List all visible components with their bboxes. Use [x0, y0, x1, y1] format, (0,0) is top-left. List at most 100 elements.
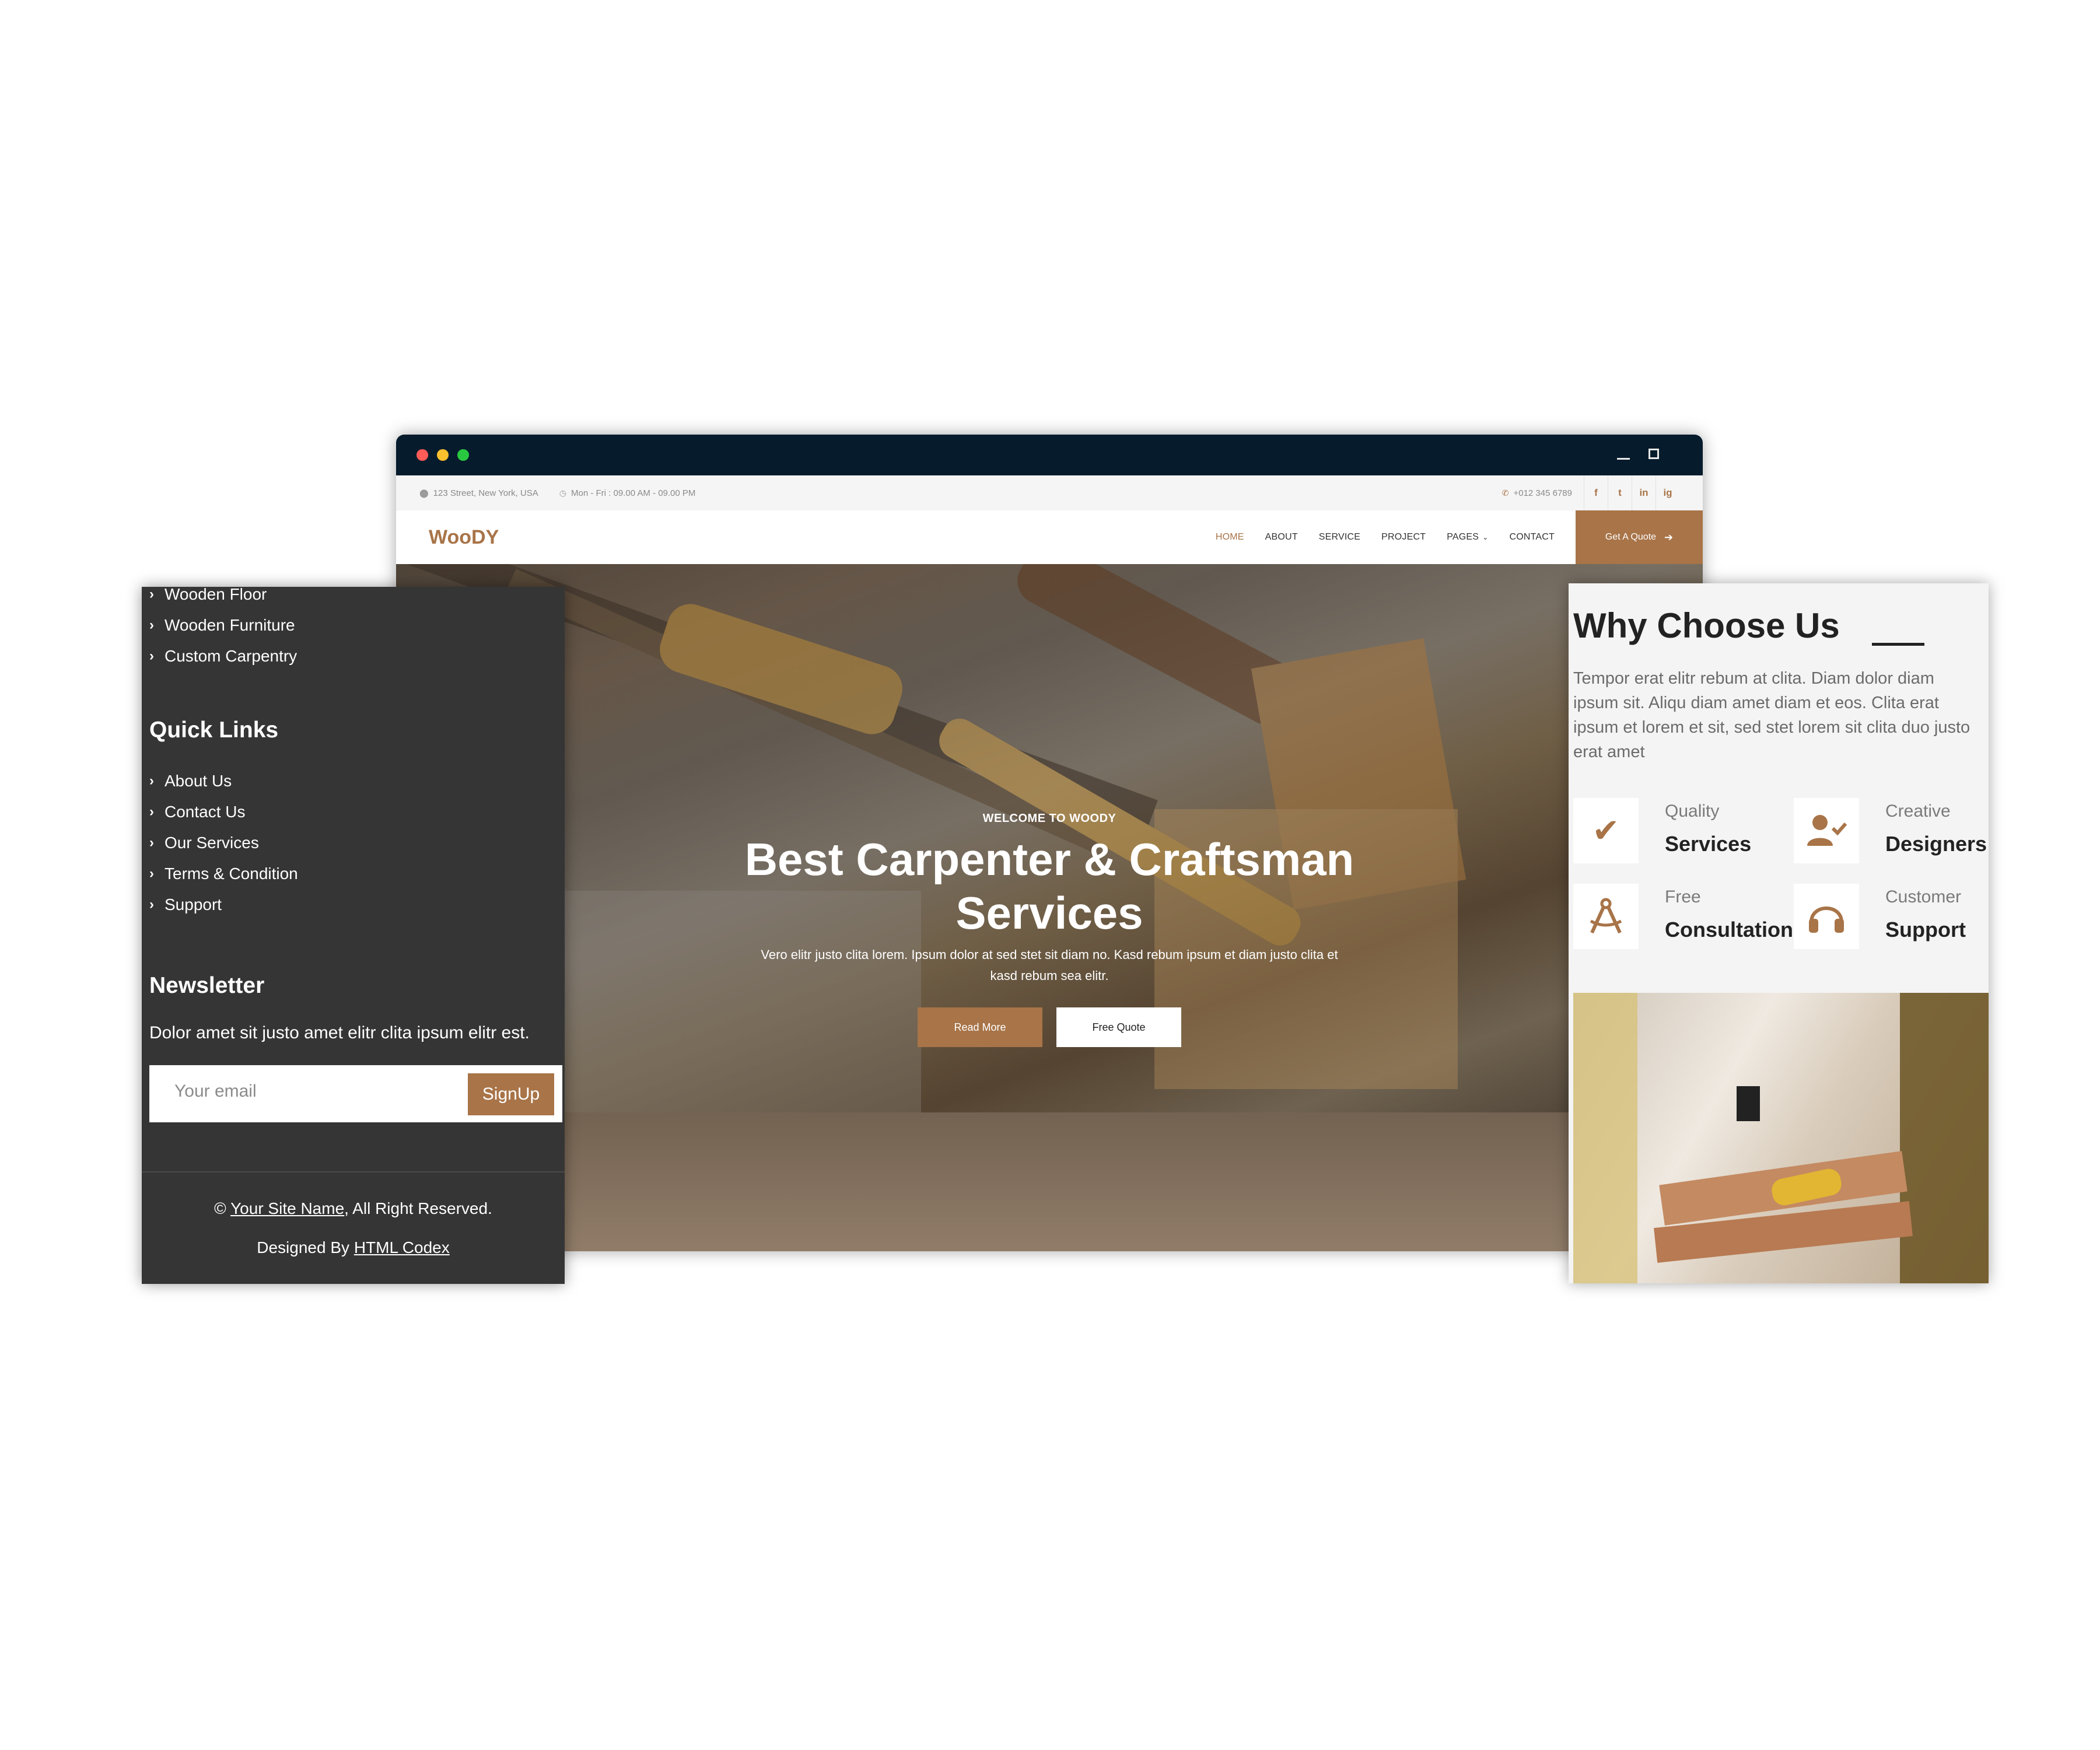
- minimize-icon[interactable]: [1617, 458, 1630, 460]
- chevron-down-icon: ⌄: [1482, 533, 1489, 541]
- quick-link: Contact Us: [164, 802, 246, 821]
- instagram-icon[interactable]: ig: [1656, 475, 1679, 510]
- service-link: Wooden Floor: [164, 587, 267, 603]
- minimize-window-dot[interactable]: [437, 449, 449, 461]
- hero-description: Vero elitr justo clita lorem. Ipsum dolo…: [761, 947, 1338, 983]
- quick-link: Our Services: [164, 833, 259, 852]
- feature-free-consultation: Free Consultation: [1569, 884, 1793, 954]
- get-quote-label: Get A Quote: [1605, 532, 1657, 542]
- main-navbar: WooDY HOME ABOUT SERVICE PROJECT PAGES ⌄ …: [396, 510, 1703, 564]
- feature-main: Consultation: [1665, 918, 1793, 942]
- copyright-text: © Your Site Name, All Right Reserved.: [142, 1199, 565, 1218]
- phone-info: ✆ +012 345 6789: [1502, 488, 1572, 498]
- maximize-window-dot[interactable]: [457, 449, 469, 461]
- read-more-button[interactable]: Read More: [918, 1007, 1042, 1047]
- list-item[interactable]: › Wooden Furniture: [142, 610, 297, 640]
- newsletter-text: Dolor amet sit justo amet elitr clita ip…: [149, 1023, 530, 1042]
- check-icon: ✔: [1573, 798, 1639, 863]
- list-item[interactable]: › Custom Carpentry: [142, 640, 297, 671]
- hero-buttons: Read More Free Quote: [396, 1007, 1703, 1047]
- maximize-icon[interactable]: [1648, 449, 1659, 459]
- drafting-compass-icon: [1573, 884, 1639, 949]
- workshop-image: [1573, 993, 1989, 1283]
- user-check-svg: [1807, 815, 1847, 846]
- twitter-icon[interactable]: t: [1608, 475, 1632, 510]
- chevron-right-icon: ›: [149, 803, 154, 820]
- title-underline: [1872, 643, 1924, 646]
- chevron-right-icon: ›: [149, 834, 154, 850]
- feature-main: Services: [1665, 832, 1752, 856]
- headphones-svg: [1809, 907, 1844, 933]
- free-quote-button[interactable]: Free Quote: [1056, 1007, 1181, 1047]
- list-item[interactable]: › Support: [142, 889, 298, 920]
- feature-creative-designers: Creative Designers: [1789, 798, 1989, 868]
- close-window-dot[interactable]: [416, 449, 428, 461]
- quick-links-title: Quick Links: [149, 718, 279, 743]
- feature-main: Support: [1885, 918, 1966, 942]
- nav-home[interactable]: HOME: [1216, 532, 1244, 542]
- chevron-right-icon: ›: [149, 617, 154, 633]
- hours-text: Mon - Fri : 09.00 AM - 09.00 PM: [571, 488, 696, 498]
- service-link: Custom Carpentry: [164, 646, 298, 665]
- footer-panel: › Wooden Floor › Wooden Furniture › Custom …: [142, 587, 565, 1284]
- why-choose-text: Tempor erat elitr rebum at clita. Diam d…: [1573, 669, 1971, 761]
- nav-contact[interactable]: CONTACT: [1509, 532, 1555, 542]
- quick-link: Support: [164, 895, 222, 914]
- quick-link: About Us: [164, 771, 232, 790]
- designer-link[interactable]: HTML Codex: [354, 1238, 450, 1256]
- chevron-right-icon: ›: [149, 865, 154, 881]
- nav-service[interactable]: SERVICE: [1319, 532, 1360, 542]
- designed-by-text: Designed By HTML Codex: [142, 1238, 565, 1257]
- feature-sub: Creative: [1885, 802, 1951, 821]
- service-link: Wooden Furniture: [164, 615, 295, 634]
- quick-link: Terms & Condition: [164, 864, 298, 883]
- nav-pages-label: PAGES: [1447, 532, 1479, 542]
- hero-headline-line2: Services: [956, 887, 1143, 939]
- why-choose-panel: Why Choose Us Tempor erat elitr rebum at…: [1569, 583, 1989, 1283]
- footer-divider: [142, 1171, 565, 1172]
- contact-topbar: ⬤ 123 Street, New York, USA ◷ Mon - Fri …: [396, 475, 1703, 510]
- list-item[interactable]: › About Us: [142, 765, 298, 796]
- newsletter-title: Newsletter: [149, 973, 265, 998]
- feature-sub: Customer: [1885, 887, 1962, 907]
- get-quote-button[interactable]: Get A Quote ➔: [1576, 510, 1703, 564]
- hero-headline-line1: Best Carpenter & Craftsman: [744, 834, 1354, 885]
- list-item[interactable]: › Our Services: [142, 827, 298, 858]
- list-item[interactable]: › Contact Us: [142, 796, 298, 827]
- site-logo[interactable]: WooDY: [396, 526, 499, 549]
- phone-text: +012 345 6789: [1513, 488, 1572, 498]
- newsletter-form: Your email SignUp: [149, 1065, 562, 1122]
- quick-links-list: › About Us › Contact Us › Our Services › Ter…: [142, 765, 298, 920]
- feature-quality-services: ✔ Quality Services: [1569, 798, 1779, 868]
- user-check-icon: [1794, 798, 1859, 863]
- nav-project[interactable]: PROJECT: [1381, 532, 1426, 542]
- copyright-symbol: ©: [214, 1199, 226, 1217]
- address-info: ⬤ 123 Street, New York, USA: [419, 488, 538, 498]
- facebook-icon[interactable]: f: [1584, 475, 1608, 510]
- nav-pages[interactable]: PAGES ⌄: [1447, 532, 1488, 542]
- hero-headline: Best Carpenter & Craftsman Services: [396, 832, 1703, 940]
- feature-main: Designers: [1885, 832, 1987, 856]
- signup-button[interactable]: SignUp: [468, 1073, 554, 1115]
- chevron-right-icon: ›: [149, 896, 154, 912]
- linkedin-icon[interactable]: in: [1632, 475, 1656, 510]
- browser-titlebar: [396, 435, 1703, 475]
- hero-eyebrow: WELCOME TO WOODY: [982, 812, 1116, 825]
- next-section-image: [396, 1112, 1703, 1251]
- site-name-link[interactable]: Your Site Name: [230, 1199, 344, 1217]
- workshop-svg: [1573, 993, 1989, 1283]
- list-item[interactable]: › Terms & Condition: [142, 858, 298, 889]
- why-choose-title: Why Choose Us: [1573, 606, 1840, 645]
- list-item[interactable]: › Wooden Floor: [142, 587, 297, 610]
- feature-sub: Free: [1665, 887, 1701, 907]
- social-links: f t in ig: [1584, 475, 1679, 510]
- headphones-icon: [1794, 884, 1859, 949]
- hero-content: WELCOME TO WOODY Best Carpenter & Crafts…: [396, 564, 1703, 1112]
- chevron-right-icon: ›: [149, 587, 154, 602]
- email-input[interactable]: Your email: [174, 1082, 257, 1101]
- chevron-right-icon: ›: [149, 772, 154, 789]
- nav-about[interactable]: ABOUT: [1265, 532, 1298, 542]
- map-marker-icon: ⬤: [419, 488, 429, 498]
- services-list: › Wooden Floor › Wooden Furniture › Custom …: [142, 587, 297, 671]
- clock-icon: ◷: [559, 488, 566, 498]
